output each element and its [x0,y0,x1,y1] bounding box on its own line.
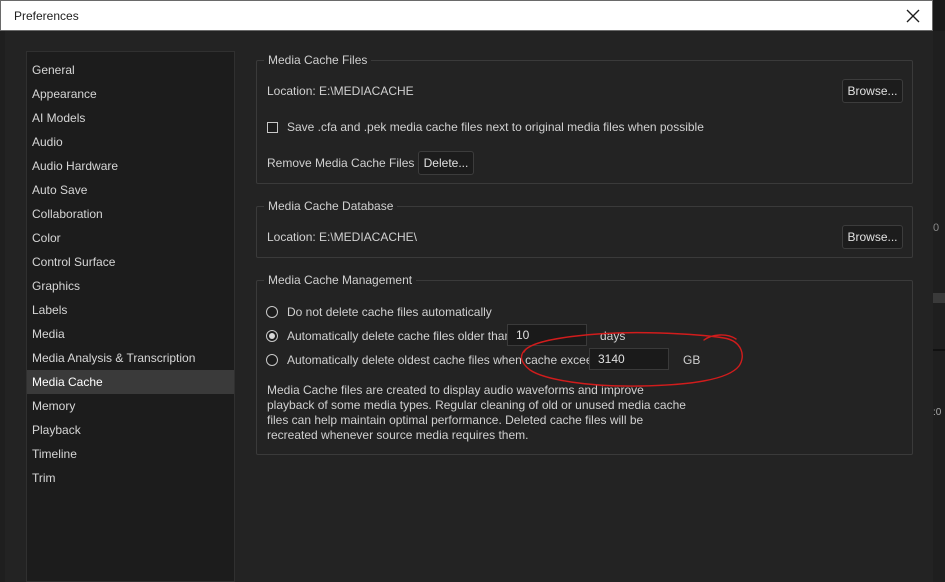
location-label: Location: [267,84,316,98]
browse-database-button[interactable]: Browse... [842,225,903,249]
description-text: Media Cache files are created to display… [267,383,686,442]
window-title: Preferences [14,9,79,23]
sidebar-item-playback[interactable]: Playback [27,418,234,442]
close-icon [906,9,920,23]
location-label: Location: [267,230,316,244]
preferences-dialog: General Appearance AI Models Audio Audio… [5,31,933,582]
days-input[interactable]: 10 [507,324,587,346]
remove-files-label: Remove Media Cache Files [267,156,415,170]
size-input[interactable]: 3140 [589,348,669,370]
sidebar-item-labels[interactable]: Labels [27,298,234,322]
option-no-delete-label: Do not delete cache files automatically [287,305,492,319]
media-cache-database-group: Media Cache Database Location: E:\MEDIAC… [256,199,913,258]
sidebar-item-color[interactable]: Color [27,226,234,250]
sidebar-item-trim[interactable]: Trim [27,466,234,490]
background-mark-2: :0 [933,407,942,418]
media-cache-files-group: Media Cache Files Location: E:\MEDIACACH… [256,53,913,184]
group-title: Media Cache Database [264,199,398,213]
media-cache-management-group: Media Cache Management Do not delete cac… [256,273,913,455]
sidebar-item-timeline[interactable]: Timeline [27,442,234,466]
sidebar-item-media-cache[interactable]: Media Cache [27,370,234,394]
save-next-label: Save .cfa and .pek media cache files nex… [287,120,704,134]
radio-no-delete[interactable] [266,306,278,318]
radio-delete-older[interactable] [266,330,278,342]
group-title: Media Cache Files [264,53,372,67]
size-unit: GB [683,353,701,367]
option-delete-older-label: Automatically delete cache files older t… [287,329,515,343]
sidebar-item-memory[interactable]: Memory [27,394,234,418]
option-delete-size-label: Automatically delete oldest cache files … [287,353,609,367]
sidebar-item-ai-models[interactable]: AI Models [27,106,234,130]
preferences-sidebar: General Appearance AI Models Audio Audio… [26,51,235,582]
sidebar-item-graphics[interactable]: Graphics [27,274,234,298]
title-bar: Preferences [0,0,933,31]
sidebar-item-general[interactable]: General [27,58,234,82]
location-value: E:\MEDIACACHE [319,84,414,98]
browse-files-button[interactable]: Browse... [842,79,903,103]
background-bar [933,293,945,303]
days-unit: days [600,329,626,343]
sidebar-item-control-surface[interactable]: Control Surface [27,250,234,274]
close-button[interactable] [900,3,926,29]
background-panel-right: 0 :0 [933,31,945,582]
sidebar-item-collaboration[interactable]: Collaboration [27,202,234,226]
sidebar-item-appearance[interactable]: Appearance [27,82,234,106]
sidebar-item-audio-hardware[interactable]: Audio Hardware [27,154,234,178]
sidebar-item-media-analysis[interactable]: Media Analysis & Transcription [27,346,234,370]
sidebar-item-auto-save[interactable]: Auto Save [27,178,234,202]
sidebar-item-media[interactable]: Media [27,322,234,346]
group-title: Media Cache Management [264,273,417,287]
save-next-checkbox[interactable] [267,122,278,133]
background-divider [933,349,945,351]
background-mark: 0 [933,222,940,234]
radio-delete-size[interactable] [266,354,278,366]
sidebar-item-audio[interactable]: Audio [27,130,234,154]
delete-button[interactable]: Delete... [418,151,474,175]
location-value: E:\MEDIACACHE\ [319,230,418,244]
